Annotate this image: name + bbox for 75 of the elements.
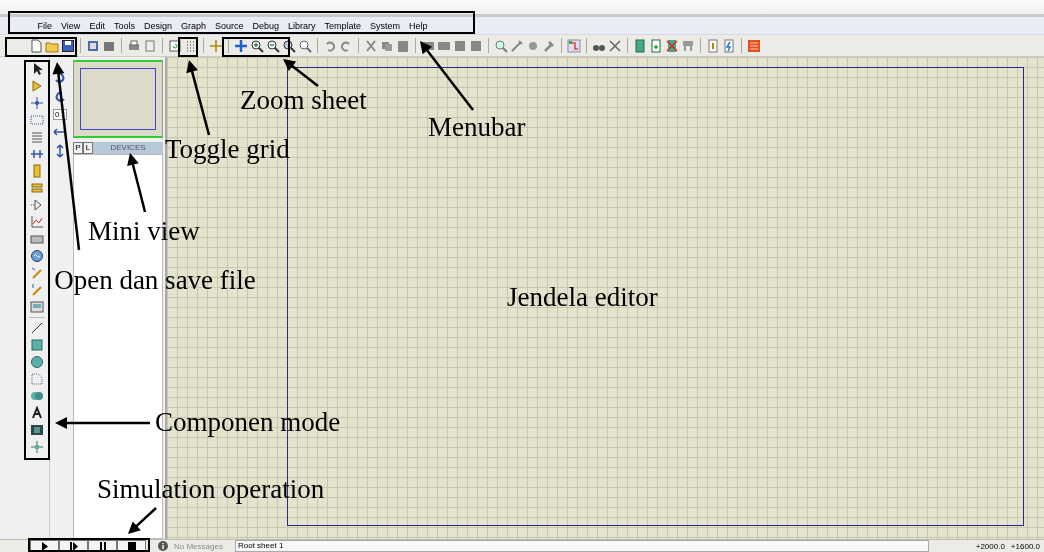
new-file-icon[interactable] — [29, 38, 43, 53]
pin-icon[interactable] — [30, 198, 44, 212]
generator-icon[interactable] — [30, 249, 44, 263]
text-icon[interactable] — [30, 406, 44, 420]
pan-icon[interactable] — [234, 38, 248, 53]
annotation-label: Menubar — [428, 111, 526, 144]
subcircuit-icon[interactable] — [30, 164, 44, 178]
highlight-frame — [5, 37, 77, 57]
zoom-all-icon[interactable] — [282, 38, 296, 53]
sheet-icon[interactable] — [633, 38, 647, 53]
menu-item[interactable]: Design — [139, 20, 177, 31]
circle-icon[interactable] — [30, 355, 44, 369]
x-coordinate: +2000.0 — [975, 541, 1005, 551]
stop-icon — [126, 541, 137, 551]
wand-icon[interactable] — [510, 38, 524, 53]
scissors-icon[interactable] — [364, 38, 378, 53]
panel-tab[interactable]: L — [83, 142, 93, 154]
delete-sheet-icon[interactable] — [665, 38, 679, 53]
play-icon — [39, 541, 50, 551]
lightning-icon[interactable] — [722, 38, 736, 53]
label-icon[interactable] — [30, 113, 44, 127]
pause-icon — [97, 541, 108, 551]
info-icon — [158, 541, 168, 551]
step-icon — [68, 541, 79, 551]
sheet-name-field: Root sheet 1 — [235, 540, 929, 552]
graph-icon[interactable] — [30, 215, 44, 229]
menu-item[interactable]: Help — [404, 20, 433, 31]
script-icon[interactable] — [30, 130, 44, 144]
y-coordinate: +1600.0 — [1010, 541, 1040, 551]
zoom-area-icon[interactable] — [298, 38, 312, 53]
menu-item[interactable]: View — [56, 20, 85, 31]
import-icon[interactable] — [86, 38, 100, 53]
highlight-frame — [222, 37, 290, 57]
add-sheet-icon[interactable] — [649, 38, 663, 53]
annotation-arrow — [128, 507, 157, 534]
menu-item[interactable]: Template — [320, 20, 366, 31]
menu-item[interactable]: File — [33, 20, 57, 31]
annotation-arrow — [420, 41, 474, 111]
marker-icon[interactable] — [30, 440, 44, 454]
route-icon[interactable] — [567, 38, 581, 53]
zoom-out-icon[interactable] — [266, 38, 280, 53]
annotation-arrow — [283, 59, 319, 87]
highlight-frame — [178, 37, 198, 57]
hammer-icon[interactable] — [542, 38, 556, 53]
bus-icon[interactable] — [30, 147, 44, 161]
annotation-label: Open dan save file — [53, 264, 257, 297]
current-probe-icon[interactable] — [30, 283, 44, 297]
mini-view[interactable] — [73, 60, 163, 138]
menu-item[interactable]: Debug — [247, 20, 284, 31]
refresh-icon[interactable] — [168, 38, 182, 53]
annotation-arrow — [127, 153, 147, 213]
bill-icon[interactable] — [706, 38, 720, 53]
component-icon[interactable] — [30, 79, 44, 93]
instrument-icon[interactable] — [30, 300, 44, 314]
menu-item[interactable]: Library — [283, 20, 320, 31]
menu-item[interactable]: System — [365, 20, 405, 31]
zoom-icon[interactable] — [494, 38, 508, 53]
list-header: DEVICES — [109, 142, 147, 154]
menu-item[interactable]: Tools — [109, 20, 140, 31]
crosshair-icon[interactable] — [209, 38, 223, 53]
vertical-arrows-icon[interactable] — [53, 144, 67, 158]
line-icon[interactable] — [30, 321, 44, 335]
menu-item[interactable]: Edit — [84, 20, 110, 31]
printer-icon[interactable] — [127, 38, 141, 53]
rotation-field[interactable]: 0 — [53, 109, 67, 120]
annotation-label: Jendela editor — [507, 281, 658, 314]
annotation-label: Mini view — [88, 215, 200, 248]
junction-icon[interactable] — [30, 96, 44, 110]
zoom-in-icon[interactable] — [250, 38, 264, 53]
menu-item[interactable]: Source — [210, 20, 248, 31]
rotate-counterclockwise-icon[interactable] — [53, 90, 67, 104]
messages-status: No Messages — [174, 541, 224, 551]
menu-item[interactable]: Graph — [176, 20, 211, 31]
symbol-icon[interactable] — [30, 423, 44, 437]
terminal-icon[interactable] — [30, 181, 44, 195]
